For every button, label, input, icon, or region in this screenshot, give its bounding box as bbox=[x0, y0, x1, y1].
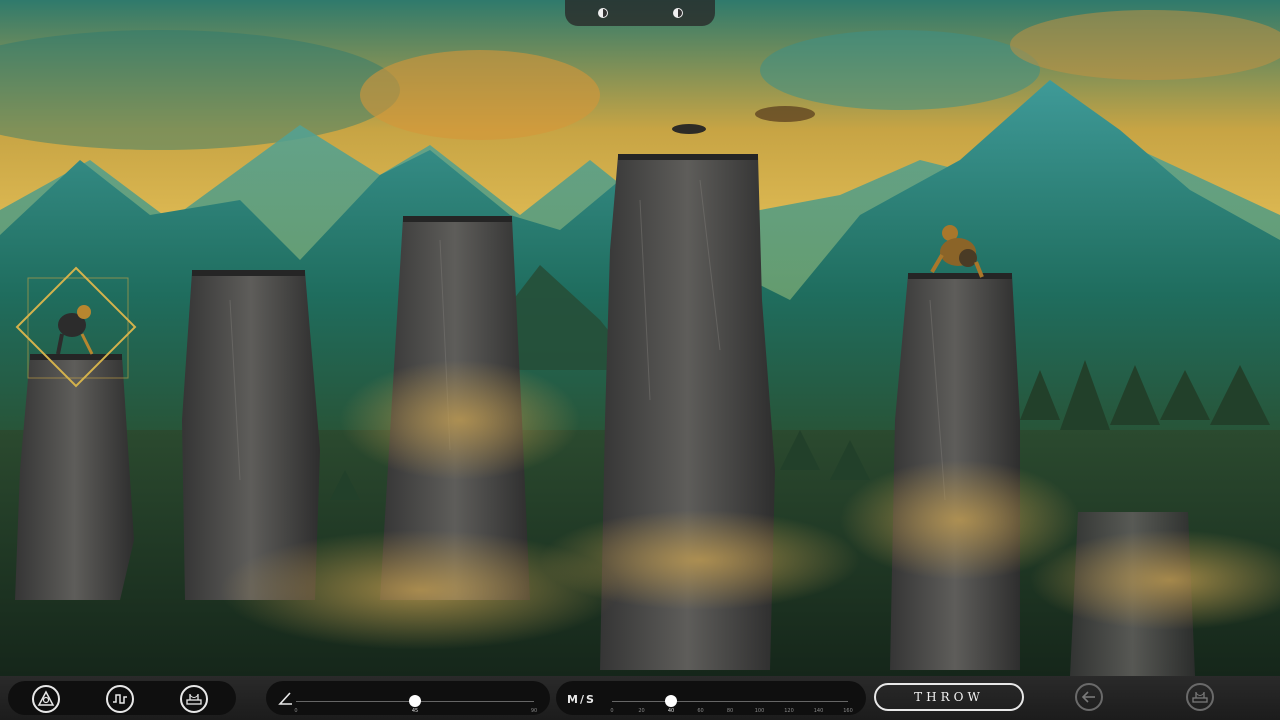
velocity-ticks: 0 20 40 60 80 100 120 140 160 bbox=[610, 708, 852, 716]
weather-icon[interactable] bbox=[32, 685, 60, 713]
velocity-tick-label: 80 bbox=[726, 708, 734, 714]
velocity-track bbox=[612, 701, 848, 702]
angle-ticks: 0 45 90 bbox=[294, 708, 538, 716]
velocity-slider-knob[interactable] bbox=[665, 695, 677, 707]
velocity-tick-label: 20 bbox=[638, 708, 645, 714]
player-2-score bbox=[672, 8, 683, 18]
velocity-tick-label: 0 bbox=[610, 708, 614, 714]
bottom-toolbar: 0 45 90 M/S 0 20 40 60 80 100 120 140 160 THROW bbox=[0, 676, 1280, 720]
moon-half-icon bbox=[597, 8, 608, 18]
tool-icon-group bbox=[8, 681, 236, 715]
moon-half-icon bbox=[672, 8, 683, 18]
angle-tick-label: 90 bbox=[530, 708, 538, 714]
airship-large bbox=[755, 106, 815, 122]
pulse-icon[interactable] bbox=[106, 685, 134, 713]
score-display bbox=[565, 0, 715, 26]
velocity-tick-label: 100 bbox=[754, 708, 765, 714]
velocity-tick-label: 120 bbox=[784, 708, 794, 714]
velocity-tick-label: 40 bbox=[667, 708, 675, 714]
game-scene bbox=[0, 0, 1280, 720]
velocity-tick-label: 160 bbox=[843, 708, 853, 714]
angle-slider-knob[interactable] bbox=[409, 695, 421, 707]
velocity-tick-label: 140 bbox=[813, 708, 824, 714]
velocity-tick-label: 60 bbox=[697, 708, 704, 714]
bridge-icon[interactable] bbox=[1186, 683, 1214, 711]
angle-icon bbox=[278, 690, 294, 709]
airship-small bbox=[672, 124, 706, 134]
velocity-label: M/S bbox=[567, 693, 596, 706]
angle-slider-group: 0 45 90 bbox=[266, 681, 550, 715]
velocity-slider-group: M/S 0 20 40 60 80 100 120 140 160 bbox=[556, 681, 866, 715]
rock-pillar-1 bbox=[15, 356, 134, 600]
angle-tick-label: 45 bbox=[411, 708, 419, 714]
throw-button[interactable]: THROW bbox=[874, 683, 1024, 711]
bridge-icon[interactable] bbox=[180, 685, 208, 713]
player-1-score bbox=[597, 8, 608, 18]
back-arrow-icon[interactable] bbox=[1075, 683, 1103, 711]
angle-tick-label: 0 bbox=[294, 708, 298, 714]
